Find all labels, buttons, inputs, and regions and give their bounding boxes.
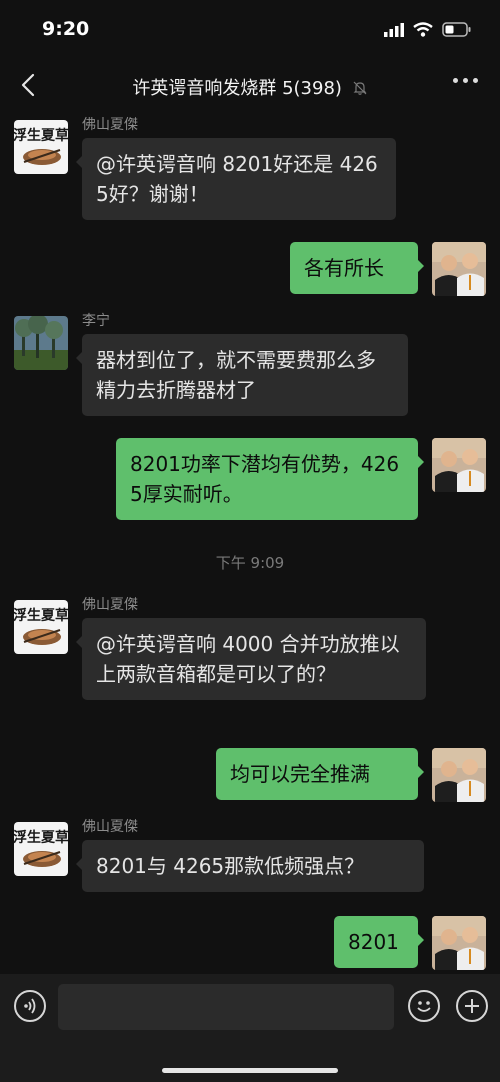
chat-title-wrap: 许英谔音响发烧群 5(398) [0,74,500,100]
message-bubble[interactable]: 器材到位了，就不需要费那么多精力去折腾器材了 [76,334,408,416]
message-list[interactable]: 浮生夏草 佛山夏傑 @许英谔音响 8201好还是 4265好？谢谢！ 各有所长 [0,112,500,974]
emoji-button[interactable] [408,990,440,1022]
svg-text:浮生夏草: 浮生夏草 [14,127,68,144]
two-men-avatar-icon [432,242,486,296]
sender-avatar[interactable] [14,316,68,370]
voice-input-button[interactable] [14,990,46,1022]
status-time: 9:20 [42,18,90,40]
svg-text:浮生夏草: 浮生夏草 [14,829,68,846]
more-dot-icon [453,78,458,83]
sender-avatar[interactable]: 浮生夏草 [14,600,68,654]
more-dot-icon [473,78,478,83]
forest-avatar-icon [14,316,68,370]
voice-icon [24,998,36,1014]
input-bar [0,974,500,1082]
sender-name: 佛山夏傑 [82,819,138,835]
more-options-button[interactable] [453,78,478,83]
sender-avatar[interactable]: 浮生夏草 [14,120,68,174]
my-avatar[interactable] [432,438,486,492]
more-dot-icon [463,78,468,83]
message-bubble[interactable]: 8201与 4265那款低频强点？ [76,840,424,892]
message-input[interactable] [58,984,394,1030]
two-men-avatar-icon [432,916,486,970]
my-avatar[interactable] [432,916,486,970]
smiley-icon [417,1001,431,1012]
my-avatar[interactable] [432,748,486,802]
message-bubble[interactable]: 各有所长 [290,242,424,294]
sender-name: 李宁 [82,313,110,329]
more-functions-button[interactable] [456,990,488,1022]
sender-name: 佛山夏傑 [82,597,138,613]
status-icons [384,22,472,37]
wifi-icon [413,22,433,37]
message-bubble[interactable]: 8201 [334,916,424,968]
calligraphy-avatar-icon: 浮生夏草 [14,822,68,876]
two-men-avatar-icon [432,748,486,802]
sender-name: 佛山夏傑 [82,117,138,133]
svg-text:浮生夏草: 浮生夏草 [14,607,68,624]
calligraphy-avatar-icon: 浮生夏草 [14,600,68,654]
message-bubble[interactable]: @许英谔音响 4000 合并功放推以上两款音箱都是可以了的？ [76,618,426,700]
battery-icon [442,22,471,37]
chat-header: 许英谔音响发烧群 5(398) [0,60,500,112]
chat-title: 许英谔音响发烧群 5(398) [132,78,342,99]
plus-icon [465,999,479,1013]
status-bar: 9:20 [0,0,500,60]
home-indicator [162,1068,338,1073]
message-bubble[interactable]: 8201功率下潜均有优势，4265厚实耐听。 [116,438,424,520]
message-bubble[interactable]: 均可以完全推满 [216,748,424,800]
calligraphy-avatar-icon: 浮生夏草 [14,120,68,174]
signal-icon [384,22,404,37]
mute-bell-icon [353,81,367,95]
two-men-avatar-icon [432,438,486,492]
timestamp: 下午 9:09 [215,554,285,572]
sender-avatar[interactable]: 浮生夏草 [14,822,68,876]
my-avatar[interactable] [432,242,486,296]
message-bubble[interactable]: @许英谔音响 8201好还是 4265好？谢谢！ [76,138,396,220]
